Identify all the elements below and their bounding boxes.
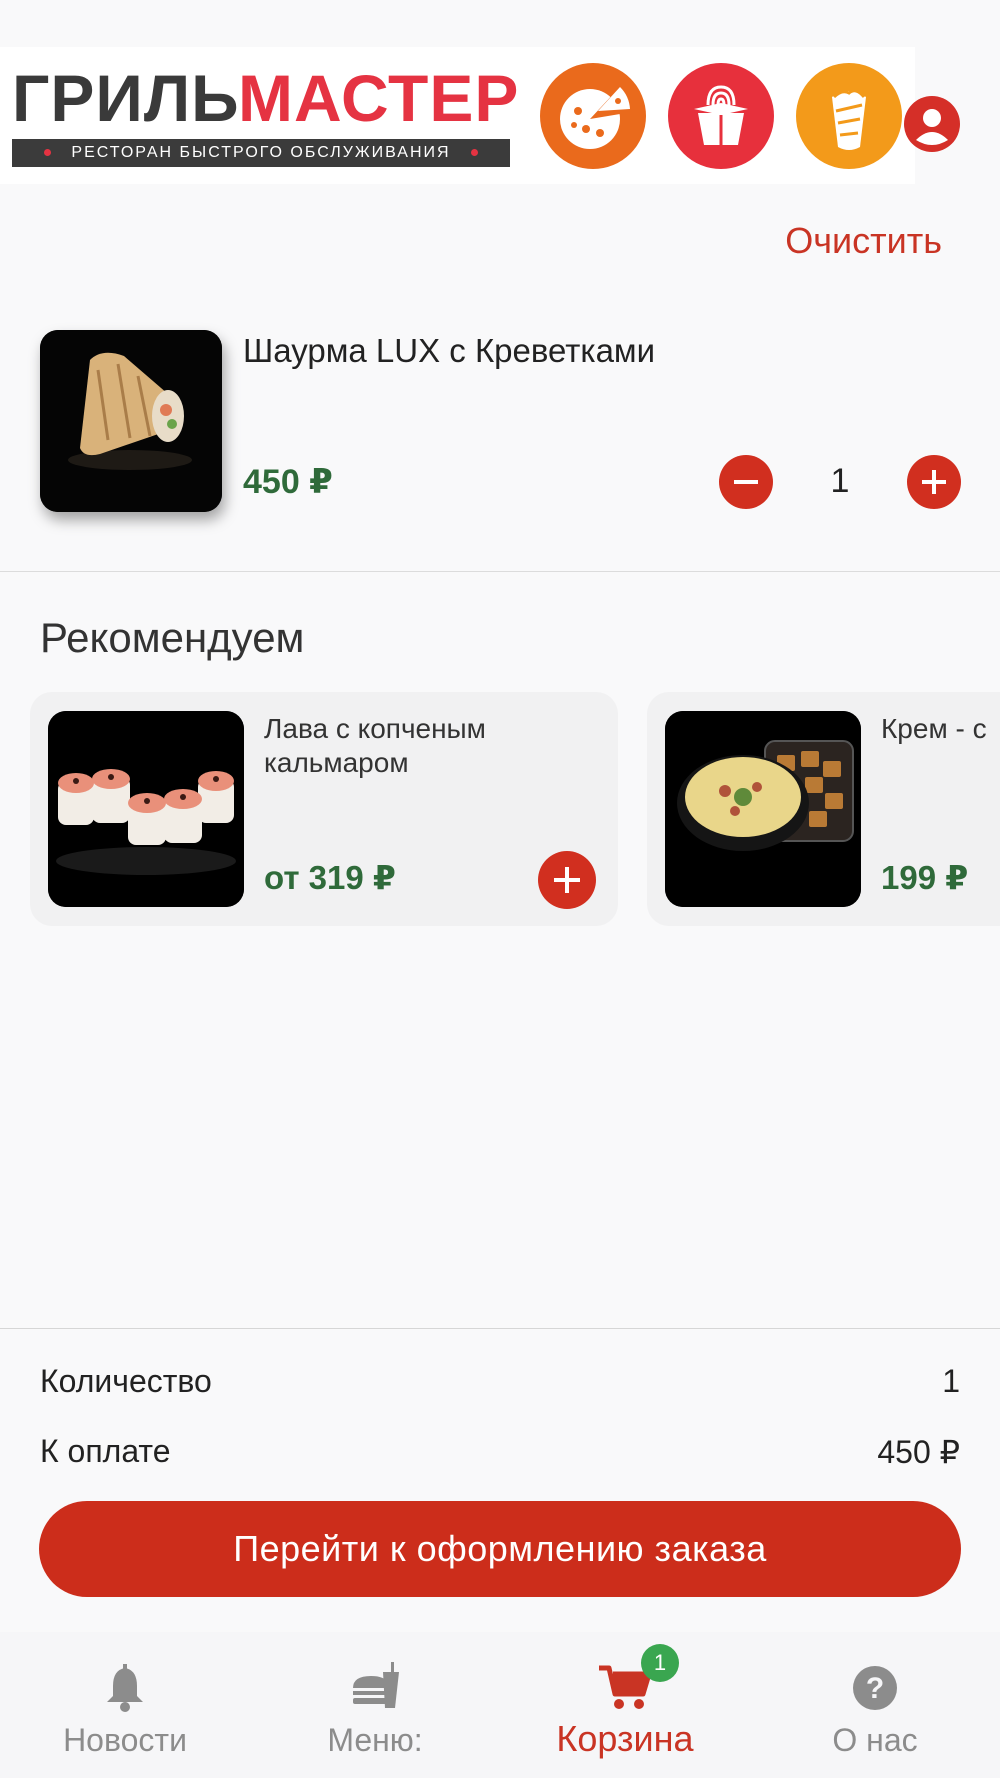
tab-menu-label: Меню: <box>327 1722 423 1758</box>
summary-total-label: К оплате <box>40 1433 171 1469</box>
add-to-cart-button[interactable] <box>538 851 596 909</box>
clear-cart-button[interactable]: Очистить <box>785 220 942 262</box>
cart-item-quantity: 1 <box>830 462 850 500</box>
help-icon: ? <box>845 1658 905 1718</box>
recommend-item-name: Лава с копченым кальмаром <box>264 713 486 778</box>
summary-total-value: 450 ₽ <box>877 1434 960 1470</box>
recommend-item-image <box>665 711 861 907</box>
pizza-icon <box>560 87 630 149</box>
cart-item-image <box>40 330 222 512</box>
increase-quantity-button[interactable] <box>907 455 961 509</box>
logo-word-2: МАСТЕР <box>237 61 520 135</box>
recommend-card[interactable]: Крем - с 199 ₽ <box>647 692 1000 926</box>
noodle-box-icon <box>694 85 748 145</box>
recommend-card[interactable]: Лава с копченым кальмаром от 319 ₽ <box>30 692 618 926</box>
burger-drink-icon <box>345 1658 405 1718</box>
plus-icon <box>922 470 946 494</box>
recommend-title: Рекомендуем <box>40 614 305 661</box>
logo-subtitle-text: РЕСТОРАН БЫСТРОГО ОБСЛУЖИВАНИЯ <box>71 144 451 161</box>
recommend-item-name: Крем - с <box>881 713 987 744</box>
summary-quantity-value: 1 <box>942 1363 960 1399</box>
cart-count-badge: 1 <box>641 1644 679 1682</box>
recommend-item-image <box>48 711 244 907</box>
minus-icon <box>734 480 758 484</box>
brand-logo: ГРИЛЬМАСТЕР РЕСТОРАН БЫСТРОГО ОБСЛУЖИВАН… <box>12 63 518 169</box>
profile-button[interactable] <box>904 96 960 152</box>
bottom-tab-bar: Новости Меню: 1 Корзина ? О нас <box>0 1632 1000 1778</box>
cart-item-price: 450 ₽ <box>243 463 333 501</box>
checkout-button[interactable]: Перейти к оформлению заказа <box>39 1501 961 1597</box>
tab-cart-label: Корзина <box>556 1718 694 1759</box>
order-summary: Количество 1 К оплате 450 ₽ Перейти к оф… <box>0 1328 1000 1628</box>
recommend-item-price: 199 ₽ <box>881 859 969 896</box>
recommend-carousel[interactable]: Лава с копченымкальмаром от 319 ₽ Крем <box>0 690 1000 928</box>
logo-word-1: ГРИЛЬ <box>12 61 238 135</box>
shawarma-icon <box>832 89 866 150</box>
category-pizza-button[interactable] <box>540 63 646 169</box>
svg-text:?: ? <box>866 1672 884 1705</box>
summary-quantity-label: Количество <box>40 1363 212 1399</box>
decrease-quantity-button[interactable] <box>719 455 773 509</box>
plus-icon <box>554 867 580 893</box>
user-icon <box>916 109 948 145</box>
logo-title: ГРИЛЬМАСТЕР <box>12 63 519 133</box>
tab-about[interactable]: ? О нас <box>750 1632 1000 1778</box>
bell-icon <box>95 1658 155 1718</box>
category-noodles-button[interactable] <box>668 63 774 169</box>
tab-about-label: О нас <box>832 1722 918 1758</box>
tab-menu[interactable]: Меню: <box>250 1632 500 1778</box>
category-shawarma-button[interactable] <box>796 63 902 169</box>
cart-item: Шаурма LUX с Креветками 450 ₽ 1 <box>0 310 1000 572</box>
cart-item-name: Шаурма LUX с Креветками <box>243 332 656 369</box>
app-header: ГРИЛЬМАСТЕР РЕСТОРАН БЫСТРОГО ОБСЛУЖИВАН… <box>0 47 915 184</box>
recommend-item-price: от 319 ₽ <box>264 859 396 896</box>
tab-cart[interactable]: 1 Корзина <box>500 1632 750 1778</box>
logo-subtitle: РЕСТОРАН БЫСТРОГО ОБСЛУЖИВАНИЯ <box>12 139 510 167</box>
tab-news[interactable]: Новости <box>0 1632 250 1778</box>
tab-news-label: Новости <box>63 1722 187 1758</box>
